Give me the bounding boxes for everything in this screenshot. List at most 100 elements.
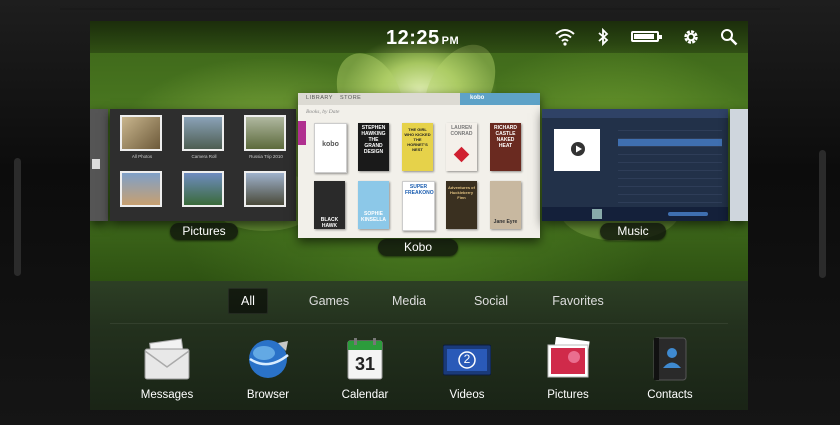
book-cover[interactable]: Jane Eyre — [490, 181, 521, 229]
kobo-header-bar: kobo — [460, 93, 540, 105]
card-edge-marker — [92, 159, 100, 169]
kobo-tab-store[interactable]: STORE — [340, 95, 361, 101]
app-label: Messages — [140, 389, 194, 401]
track-row[interactable] — [618, 171, 722, 179]
book-title: Adventures of Huckleberry Finn — [448, 185, 475, 200]
music-header — [542, 109, 728, 118]
track-row[interactable] — [618, 147, 722, 155]
album-caption: Camera Roll — [191, 154, 217, 159]
book-title: BLACK HAWK DOWN — [320, 217, 339, 229]
kobo-card-label[interactable]: Kobo — [378, 239, 458, 256]
kobo-logo: kobo — [470, 95, 485, 101]
clock-time: 12:25 — [386, 27, 440, 49]
photos-icon — [544, 336, 592, 381]
app-pictures[interactable]: Pictures — [528, 336, 608, 401]
book-cover[interactable]: STEPHEN HAWKING THE GRAND DESIGN — [358, 123, 389, 171]
now-playing-thumb — [592, 209, 602, 219]
pictures-app-card[interactable]: All Photos Camera Roll Russia Trip 2010 — [110, 109, 296, 221]
wifi-icon[interactable] — [555, 28, 575, 46]
book-title: Jane Eyre — [493, 219, 518, 225]
globe-icon — [244, 337, 292, 381]
volume-slider[interactable] — [668, 212, 708, 216]
search-icon[interactable] — [720, 28, 738, 46]
calendar-icon: 31 — [341, 337, 389, 381]
book-cover[interactable]: THE GIRL WHO KICKED THE HORNET'S NEST — [402, 123, 433, 171]
film-icon: 2 — [442, 337, 492, 381]
app-contacts[interactable]: Contacts — [630, 337, 710, 401]
clock: 12:25 PM — [386, 27, 459, 50]
track-row[interactable] — [618, 179, 722, 187]
tab-favorites[interactable]: Favorites — [538, 288, 618, 314]
book-title: SUPER FREAKONOMICS — [405, 184, 434, 196]
app-label: Pictures — [547, 389, 589, 401]
music-player-bar — [542, 207, 728, 221]
photo-album-thumb[interactable] — [120, 115, 162, 151]
app-card-partial-left[interactable] — [90, 109, 108, 221]
app-label: Videos — [449, 389, 485, 401]
track-row[interactable] — [618, 187, 722, 195]
category-tabs: All Games Media Social Favorites — [90, 288, 748, 318]
track-row[interactable] — [618, 155, 722, 163]
book-cover[interactable]: LAUREN CONRAD — [446, 123, 477, 171]
photo-thumb[interactable] — [120, 171, 162, 207]
app-label: Browser — [246, 389, 290, 401]
music-card-label[interactable]: Music — [600, 223, 666, 240]
envelope-icon — [143, 337, 191, 381]
kobo-app-card[interactable]: LIBRARY STORE kobo Books, by Date kobo S… — [298, 93, 540, 238]
tab-social[interactable]: Social — [460, 288, 522, 314]
app-label: Calendar — [341, 389, 389, 401]
track-row-selected[interactable] — [618, 139, 722, 147]
home-screen: 12:25 PM All Photos Camera Roll Russia T… — [90, 21, 748, 410]
app-card-partial-right[interactable] — [730, 109, 748, 221]
photo-thumb[interactable] — [244, 171, 286, 207]
video-badge: 2 — [463, 352, 471, 366]
book-title: SOPHIE KINSELLA — [361, 211, 386, 223]
play-icon[interactable] — [571, 142, 585, 156]
book-title: THE GIRL WHO KICKED THE HORNET'S NEST — [404, 127, 431, 152]
app-calendar[interactable]: 31 Calendar — [325, 337, 405, 401]
track-row[interactable] — [618, 163, 722, 171]
track-row[interactable] — [618, 131, 722, 139]
kobo-side-tab[interactable] — [298, 121, 306, 145]
book-cover[interactable]: BLACK HAWK DOWN — [314, 181, 345, 229]
photo-album-thumb[interactable] — [182, 115, 224, 151]
photo-album-thumb[interactable] — [244, 115, 286, 151]
kobo-tab-bar: LIBRARY STORE kobo — [298, 93, 540, 105]
pictures-card-label[interactable]: Pictures — [170, 223, 238, 240]
book-title: RICHARD CASTLE NAKED HEAT — [493, 125, 518, 149]
app-label: Contacts — [647, 389, 693, 401]
bezel-top-edge — [60, 8, 780, 10]
app-messages[interactable]: Messages — [127, 337, 207, 401]
tray-divider — [110, 323, 728, 324]
tab-all[interactable]: All — [228, 288, 268, 314]
tab-media[interactable]: Media — [380, 288, 438, 314]
album-art[interactable] — [554, 129, 600, 171]
calendar-day: 31 — [354, 354, 376, 374]
track-row[interactable] — [618, 123, 722, 131]
battery-level — [634, 34, 654, 39]
book-cover[interactable]: kobo — [314, 123, 347, 173]
track-row[interactable] — [618, 195, 722, 203]
right-side-button — [819, 150, 826, 278]
battery-icon[interactable] — [631, 31, 662, 42]
music-app-card[interactable] — [542, 109, 728, 221]
app-browser[interactable]: Browser — [228, 337, 308, 401]
gear-icon[interactable] — [682, 28, 700, 46]
book-cover[interactable]: RICHARD CASTLE NAKED HEAT — [490, 123, 521, 171]
photo-thumb[interactable] — [182, 171, 224, 207]
contacts-icon — [646, 337, 694, 381]
book-title: LAUREN CONRAD — [450, 125, 473, 137]
book-title: STEPHEN HAWKING THE GRAND DESIGN — [361, 125, 386, 155]
clock-ampm: PM — [441, 35, 460, 47]
heart-shape — [453, 146, 470, 163]
album-caption: All Photos — [131, 154, 153, 159]
tab-games[interactable]: Games — [298, 288, 360, 314]
app-videos[interactable]: 2 Videos — [427, 337, 507, 401]
book-cover[interactable]: SOPHIE KINSELLA — [358, 181, 389, 229]
bluetooth-icon[interactable] — [597, 28, 609, 46]
kobo-tab-library[interactable]: LIBRARY — [306, 95, 333, 101]
book-cover[interactable]: Adventures of Huckleberry Finn — [446, 181, 477, 229]
book-cover[interactable]: SUPER FREAKONOMICS — [402, 181, 435, 231]
kobo-sort-label: Books, by Date — [306, 109, 340, 115]
album-caption: Russia Trip 2010 — [249, 154, 283, 159]
